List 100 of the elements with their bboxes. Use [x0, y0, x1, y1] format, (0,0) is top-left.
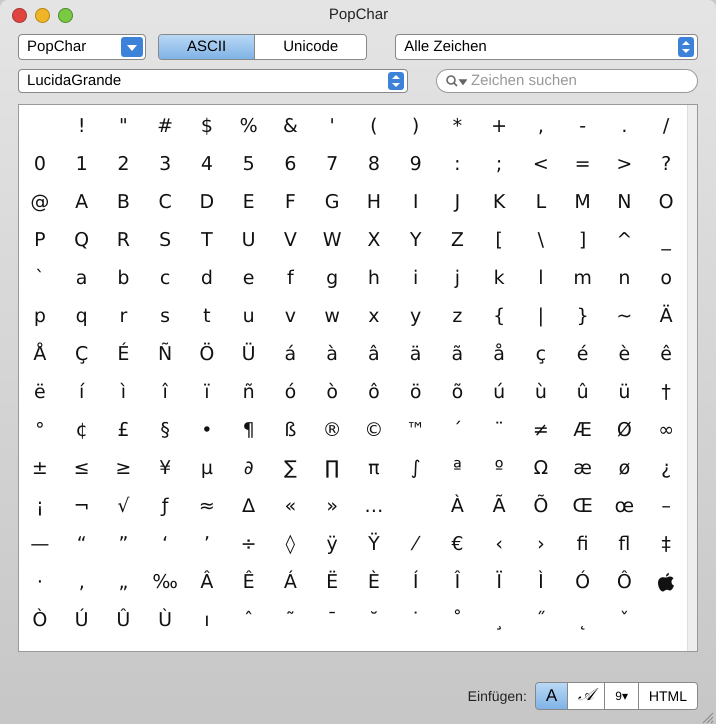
character-cell[interactable]: O	[658, 188, 674, 216]
character-cell[interactable]: ‚	[78, 568, 85, 596]
character-cell[interactable]: y	[410, 302, 422, 330]
character-cell[interactable]: Ω	[534, 454, 548, 482]
character-cell[interactable]: X	[367, 226, 380, 254]
character-cell[interactable]: ø	[618, 454, 630, 482]
search-input[interactable]: Zeichen suchen	[471, 70, 689, 92]
character-cell[interactable]: ë	[34, 378, 46, 406]
character-cell[interactable]: Ò	[32, 606, 48, 634]
character-cell[interactable]: T	[201, 226, 213, 254]
character-cell[interactable]: Ä	[660, 302, 673, 330]
character-cell[interactable]: ˙	[410, 606, 420, 634]
character-cell[interactable]: ˛	[578, 606, 588, 634]
character-cell[interactable]: j	[454, 264, 460, 292]
character-cell[interactable]: #	[157, 112, 174, 140]
character-cell[interactable]: Á	[284, 568, 297, 596]
character-cell[interactable]: ˘	[369, 606, 379, 634]
character-cell[interactable]: d	[200, 264, 213, 292]
character-cell[interactable]: ¶	[242, 416, 255, 444]
family-menu[interactable]: PopChar	[18, 34, 146, 60]
character-cell[interactable]: }	[576, 302, 589, 330]
character-cell[interactable]: ﬁ	[576, 530, 589, 558]
character-cell[interactable]: ¿	[661, 454, 672, 482]
character-cell[interactable]: ·	[36, 568, 43, 596]
character-cell[interactable]: o	[660, 264, 672, 292]
character-cell[interactable]: 3	[159, 150, 172, 178]
close-button[interactable]	[12, 8, 27, 22]
character-cell[interactable]: ∂	[244, 454, 254, 482]
character-cell[interactable]: [	[495, 226, 503, 254]
character-cell[interactable]: Â	[200, 568, 214, 596]
character-cell[interactable]: ™	[406, 416, 426, 444]
character-cell[interactable]: V	[284, 226, 297, 254]
character-cell[interactable]: ‘	[162, 530, 168, 558]
character-cell[interactable]: 2	[117, 150, 130, 178]
character-cell[interactable]: ‡	[661, 530, 671, 558]
character-cell[interactable]: l	[538, 264, 544, 292]
character-cell[interactable]: N	[617, 188, 632, 216]
character-cell[interactable]: *	[452, 112, 462, 140]
character-cell[interactable]: g	[326, 264, 338, 292]
character-cell[interactable]: ˝	[536, 606, 546, 634]
character-cell[interactable]: î	[162, 378, 168, 406]
character-cell[interactable]: û	[576, 378, 589, 406]
character-cell[interactable]: Œ	[572, 492, 593, 520]
character-cell[interactable]: Ú	[74, 606, 89, 634]
filter-menu[interactable]: Alle Zeichen	[395, 34, 698, 60]
character-cell[interactable]: ˆ	[244, 606, 254, 634]
character-cell[interactable]: @	[30, 188, 50, 216]
character-cell[interactable]: E	[242, 188, 255, 216]
character-cell[interactable]: ‹	[495, 530, 503, 558]
character-cell[interactable]: +	[491, 112, 508, 140]
character-cell[interactable]: p	[34, 302, 46, 330]
character-cell[interactable]: 7	[326, 150, 338, 178]
mode-tab[interactable]: Unicode	[254, 35, 366, 59]
character-cell[interactable]: M	[574, 188, 591, 216]
character-cell[interactable]: ∆	[242, 492, 255, 520]
character-cell[interactable]: ≠	[532, 416, 549, 444]
character-cell[interactable]: b	[117, 264, 130, 292]
character-cell[interactable]: ì	[120, 378, 126, 406]
character-cell[interactable]: å	[493, 340, 505, 368]
character-cell[interactable]: æ	[573, 454, 592, 482]
character-cell[interactable]: µ	[200, 454, 213, 482]
character-cell[interactable]: f	[287, 264, 294, 292]
character-cell[interactable]: ï	[204, 378, 210, 406]
character-cell[interactable]: ¡	[36, 492, 44, 520]
character-cell[interactable]: ù	[534, 378, 547, 406]
character-cell[interactable]: €	[451, 530, 464, 558]
character-cell[interactable]: "	[119, 112, 128, 140]
character-cell[interactable]: 9	[410, 150, 422, 178]
insert-format-button[interactable]: 𝒜	[567, 683, 604, 709]
character-cell[interactable]: Y	[410, 226, 422, 254]
character-cell[interactable]: ≈	[198, 492, 215, 520]
character-cell[interactable]: –	[661, 492, 671, 520]
character-cell[interactable]: •	[201, 416, 212, 444]
character-cell[interactable]: k	[494, 264, 505, 292]
character-cell[interactable]: /	[662, 112, 670, 140]
character-cell[interactable]: ä	[410, 340, 422, 368]
character-cell[interactable]: z	[452, 302, 462, 330]
character-cell[interactable]: ¢	[76, 416, 88, 444]
character-cell[interactable]: h	[368, 264, 380, 292]
character-cell[interactable]: «	[284, 492, 296, 520]
character-cell[interactable]: C	[158, 188, 172, 216]
character-cell[interactable]: Ô	[616, 568, 632, 596]
character-cell[interactable]: Ê	[242, 568, 255, 596]
insert-format-button[interactable]: 9▾	[604, 683, 638, 709]
character-cell[interactable]: Ï	[496, 568, 502, 596]
character-cell[interactable]: —	[30, 530, 50, 558]
resize-grip-icon[interactable]	[700, 710, 714, 724]
character-cell[interactable]: õ	[452, 378, 464, 406]
character-cell[interactable]: ÷	[240, 530, 257, 558]
character-cell[interactable]: r	[119, 302, 128, 330]
character-cell[interactable]: <	[532, 150, 549, 178]
character-cell[interactable]: H	[366, 188, 382, 216]
character-cell[interactable]: Ó	[575, 568, 590, 596]
character-cell[interactable]: é	[576, 340, 588, 368]
character-cell[interactable]: ∫	[410, 454, 421, 482]
apple-logo-icon[interactable]	[657, 572, 676, 592]
character-cell[interactable]: π	[368, 454, 380, 482]
character-cell[interactable]: Û	[116, 606, 130, 634]
character-cell[interactable]: =	[574, 150, 591, 178]
character-cell[interactable]: i	[412, 264, 418, 292]
